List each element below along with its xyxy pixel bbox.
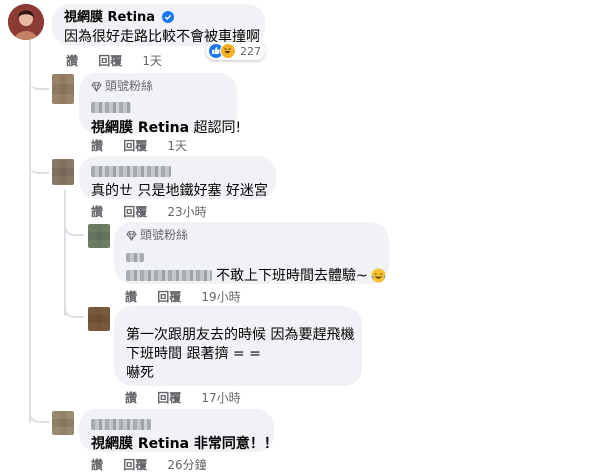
laughing-emoji-icon	[371, 268, 386, 283]
haha-reaction-icon	[220, 43, 236, 59]
reply-button[interactable]: 回覆	[157, 288, 181, 305]
comment-bubble: 頭號粉絲 不敢上下班時間去體驗~	[114, 222, 389, 284]
thread-connector	[29, 409, 49, 423]
comment-author[interactable]: 視網膜 Retina	[64, 10, 253, 26]
avatar[interactable]	[52, 411, 74, 435]
avatar[interactable]	[52, 159, 74, 185]
reply-button[interactable]: 回覆	[123, 137, 147, 154]
reply-button[interactable]: 回覆	[123, 203, 147, 220]
commenter-name-redacted	[126, 246, 377, 265]
commenter-name-redacted	[91, 161, 264, 180]
thread-line-main	[29, 38, 31, 423]
comment-actions: 讚 回覆 26分鐘	[91, 456, 223, 473]
comment-bubble: 頭號粉絲 視網膜 Retina 超認同!	[79, 73, 241, 136]
comment-actions: 讚 回覆 1天	[91, 137, 203, 154]
top-fan-badge: 頭號粉絲	[126, 227, 377, 243]
comment-text: 不敢上下班時間去體驗~	[126, 267, 386, 286]
comment-text-rest: 不敢上下班時間去體驗~	[216, 268, 368, 284]
comment-text-rest: 超認同!	[189, 120, 242, 136]
like-button[interactable]: 讚	[125, 288, 137, 305]
timestamp[interactable]: 1天	[167, 137, 187, 154]
comment-text: 視網膜 Retina 非常同意！！	[91, 436, 278, 452]
comment-text-line: 下班時間 跟著擠 = =	[126, 346, 261, 362]
reaction-count: 227	[240, 44, 261, 58]
thread-line-nested	[64, 190, 66, 316]
comment-bubble: 視網膜 Retina 非常同意！！	[79, 409, 278, 452]
comment-text-line: 第一次跟朋友去的時候 因為要趕飛機	[126, 327, 355, 343]
thread-connector	[64, 222, 84, 236]
comment-bubble: 真的ㄝ 只是地鐵好塞 好迷宮	[79, 156, 276, 199]
avatar[interactable]	[88, 307, 110, 331]
verified-badge-icon	[161, 11, 174, 23]
reply-button[interactable]: 回覆	[123, 456, 147, 473]
commenter-name-redacted	[91, 414, 262, 433]
author-name[interactable]: 視網膜 Retina	[64, 10, 155, 25]
reply-button[interactable]: 回覆	[98, 52, 122, 69]
timestamp[interactable]: 1天	[142, 52, 162, 69]
comment-actions: 讚 回覆 19小時	[125, 288, 257, 305]
mention-tag[interactable]: 視網膜 Retina	[91, 120, 189, 136]
top-fan-badge: 頭號粉絲	[91, 78, 225, 94]
like-button[interactable]: 讚	[91, 203, 103, 220]
comment-text: 視網膜 Retina 超認同!	[91, 119, 241, 138]
avatar[interactable]	[88, 224, 110, 248]
comment-bubble: 視網膜 Retina 因為很好走路比較不會被車撞啊	[52, 4, 265, 46]
thread-connector	[29, 162, 49, 174]
like-button[interactable]: 讚	[91, 456, 103, 473]
comment-bubble: 第一次跟朋友去的時候 因為要趕飛機 下班時間 跟著擠 = = 嚇死	[114, 306, 362, 386]
timestamp[interactable]: 23小時	[167, 203, 206, 220]
like-button[interactable]: 讚	[125, 389, 137, 406]
comment-text-line: 嚇死	[126, 365, 154, 381]
comment-actions: 讚 回覆 23小時	[91, 203, 223, 220]
avatar[interactable]	[8, 4, 44, 40]
thread-connector	[64, 303, 84, 318]
badge-label: 頭號粉絲	[105, 79, 154, 93]
profile-photo-icon	[8, 4, 44, 40]
timestamp[interactable]: 26分鐘	[167, 456, 206, 473]
diamond-icon	[126, 230, 137, 241]
comment-actions: 讚 回覆 1天	[66, 52, 178, 69]
timestamp[interactable]: 19小時	[201, 288, 240, 305]
thread-connector	[29, 76, 49, 90]
commenter-name-redacted	[91, 97, 225, 116]
diamond-icon	[91, 81, 102, 92]
badge-label: 頭號粉絲	[140, 228, 189, 242]
timestamp[interactable]: 17小時	[201, 389, 240, 406]
reaction-summary[interactable]: 227	[206, 42, 265, 60]
avatar[interactable]	[52, 74, 74, 104]
comment-actions: 讚 回覆 17小時	[125, 389, 257, 406]
mention-redacted	[126, 270, 212, 281]
comment-text: 真的ㄝ 只是地鐵好塞 好迷宮	[91, 183, 268, 199]
reply-button[interactable]: 回覆	[157, 389, 181, 406]
like-button[interactable]: 讚	[66, 52, 78, 69]
like-button[interactable]: 讚	[91, 137, 103, 154]
